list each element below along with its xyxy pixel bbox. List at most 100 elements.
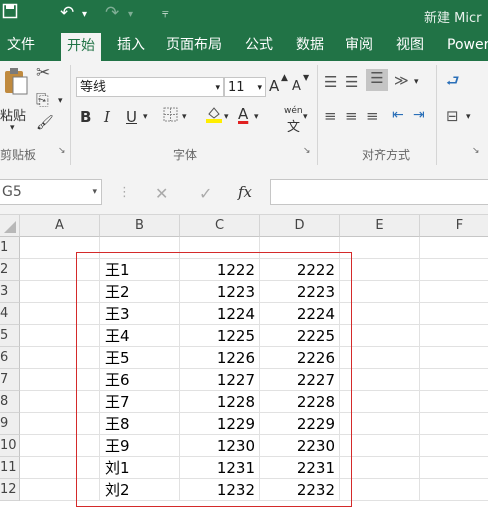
underline-dropdown-icon[interactable]: ▾: [143, 112, 148, 122]
redo-icon[interactable]: ↷: [105, 3, 119, 23]
cell-e[interactable]: [340, 259, 420, 281]
cell-e[interactable]: [340, 237, 420, 259]
chevron-down-icon[interactable]: ▾: [215, 78, 220, 98]
cell-b[interactable]: 王1: [100, 259, 180, 281]
wrap-text-icon[interactable]: ⮐: [446, 71, 460, 96]
tab-insert[interactable]: 插入: [117, 30, 145, 61]
tab-formulas[interactable]: 公式: [245, 30, 273, 61]
cell-f[interactable]: [420, 237, 488, 259]
select-all-corner[interactable]: [0, 215, 20, 237]
cell-c[interactable]: 1231: [180, 457, 260, 479]
cell-d[interactable]: 2231: [260, 457, 340, 479]
cell-d[interactable]: 2229: [260, 413, 340, 435]
cell-a[interactable]: [20, 435, 100, 457]
cell-a[interactable]: [20, 391, 100, 413]
cell-b[interactable]: 王2: [100, 281, 180, 303]
cell-d[interactable]: 2227: [260, 369, 340, 391]
cell-e[interactable]: [340, 347, 420, 369]
cell-b[interactable]: 王4: [100, 325, 180, 347]
cell-e[interactable]: [340, 369, 420, 391]
name-box[interactable]: G5 ▾: [0, 179, 102, 205]
align-center-icon[interactable]: ≡: [345, 107, 358, 125]
increase-indent-icon[interactable]: ⇥: [413, 107, 425, 123]
paste-icon[interactable]: [2, 67, 28, 99]
fill-color-dropdown-icon[interactable]: ▾: [224, 112, 229, 122]
cell-e[interactable]: [340, 325, 420, 347]
dialog-launcher-icon[interactable]: ↘: [472, 146, 480, 156]
cell-a[interactable]: [20, 347, 100, 369]
formula-input[interactable]: [270, 179, 488, 205]
tab-data[interactable]: 数据: [296, 30, 324, 61]
align-middle-icon[interactable]: ☰: [345, 73, 358, 91]
dialog-launcher-icon[interactable]: ↘: [303, 146, 311, 156]
dialog-launcher-icon[interactable]: ↘: [58, 146, 66, 156]
customize-toolbar-icon[interactable]: ⫧: [162, 6, 169, 21]
cell-d[interactable]: 2222: [260, 259, 340, 281]
orientation-icon[interactable]: ≫: [394, 73, 409, 89]
row-header[interactable]: 6: [0, 347, 20, 369]
row-header[interactable]: 7: [0, 369, 20, 391]
cell-d[interactable]: 2230: [260, 435, 340, 457]
cell-d[interactable]: 2232: [260, 479, 340, 501]
paste-dropdown-icon[interactable]: ▾: [10, 123, 15, 133]
confirm-icon[interactable]: ✓: [199, 184, 212, 203]
format-painter-icon[interactable]: 🖌: [36, 115, 54, 131]
align-bottom-icon[interactable]: ☰: [366, 69, 388, 91]
cell-d[interactable]: 2223: [260, 281, 340, 303]
row-header[interactable]: 11: [0, 457, 20, 479]
italic-button[interactable]: I: [104, 108, 110, 126]
align-left-icon[interactable]: ≡: [324, 107, 337, 125]
row-header[interactable]: 1: [0, 237, 20, 259]
column-header-e[interactable]: E: [340, 215, 420, 237]
row-header[interactable]: 8: [0, 391, 20, 413]
cell-b[interactable]: 王8: [100, 413, 180, 435]
cell-f[interactable]: [420, 281, 488, 303]
cell-f[interactable]: [420, 391, 488, 413]
phonetic-dropdown-icon[interactable]: ▾: [303, 112, 308, 122]
align-top-icon[interactable]: ☰: [324, 73, 337, 91]
shrink-font-button[interactable]: A: [292, 79, 301, 94]
cell-f[interactable]: [420, 435, 488, 457]
font-color-dropdown-icon[interactable]: ▾: [254, 112, 259, 122]
cell-f[interactable]: [420, 369, 488, 391]
tab-view[interactable]: 视图: [396, 30, 424, 61]
row-header[interactable]: 4: [0, 303, 20, 325]
cell-c[interactable]: 1229: [180, 413, 260, 435]
decrease-indent-icon[interactable]: ⇤: [392, 107, 404, 123]
cell-c[interactable]: 1222: [180, 259, 260, 281]
row-header[interactable]: 10: [0, 435, 20, 457]
cell-a[interactable]: [20, 413, 100, 435]
column-header-d[interactable]: D: [260, 215, 340, 237]
cell-b[interactable]: 王5: [100, 347, 180, 369]
merge-dropdown-icon[interactable]: ▾: [466, 112, 471, 122]
grow-font-button[interactable]: A: [269, 77, 279, 95]
cell-e[interactable]: [340, 457, 420, 479]
cell-f[interactable]: [420, 479, 488, 501]
cell-f[interactable]: [420, 347, 488, 369]
borders-dropdown-icon[interactable]: ▾: [182, 112, 187, 122]
borders-icon[interactable]: [163, 107, 178, 126]
cell-c[interactable]: [180, 237, 260, 259]
cell-c[interactable]: 1230: [180, 435, 260, 457]
cell-a[interactable]: [20, 237, 100, 259]
cell-a[interactable]: [20, 325, 100, 347]
column-header-c[interactable]: C: [180, 215, 260, 237]
undo-icon[interactable]: ↶: [60, 3, 74, 23]
cell-a[interactable]: [20, 457, 100, 479]
cell-f[interactable]: [420, 457, 488, 479]
underline-button[interactable]: U: [126, 108, 137, 126]
cell-a[interactable]: [20, 479, 100, 501]
cell-c[interactable]: 1223: [180, 281, 260, 303]
align-right-icon[interactable]: ≡: [366, 107, 379, 125]
phonetic-guide-button[interactable]: wén: [284, 106, 303, 116]
cell-b[interactable]: 王9: [100, 435, 180, 457]
row-header[interactable]: 5: [0, 325, 20, 347]
merge-center-icon[interactable]: ⊟: [446, 107, 459, 125]
copy-dropdown-icon[interactable]: ▾: [58, 96, 63, 106]
cell-a[interactable]: [20, 303, 100, 325]
cell-e[interactable]: [340, 479, 420, 501]
cell-b[interactable]: 王6: [100, 369, 180, 391]
cell-e[interactable]: [340, 413, 420, 435]
cell-c[interactable]: 1227: [180, 369, 260, 391]
cancel-icon[interactable]: ✕: [155, 184, 168, 203]
